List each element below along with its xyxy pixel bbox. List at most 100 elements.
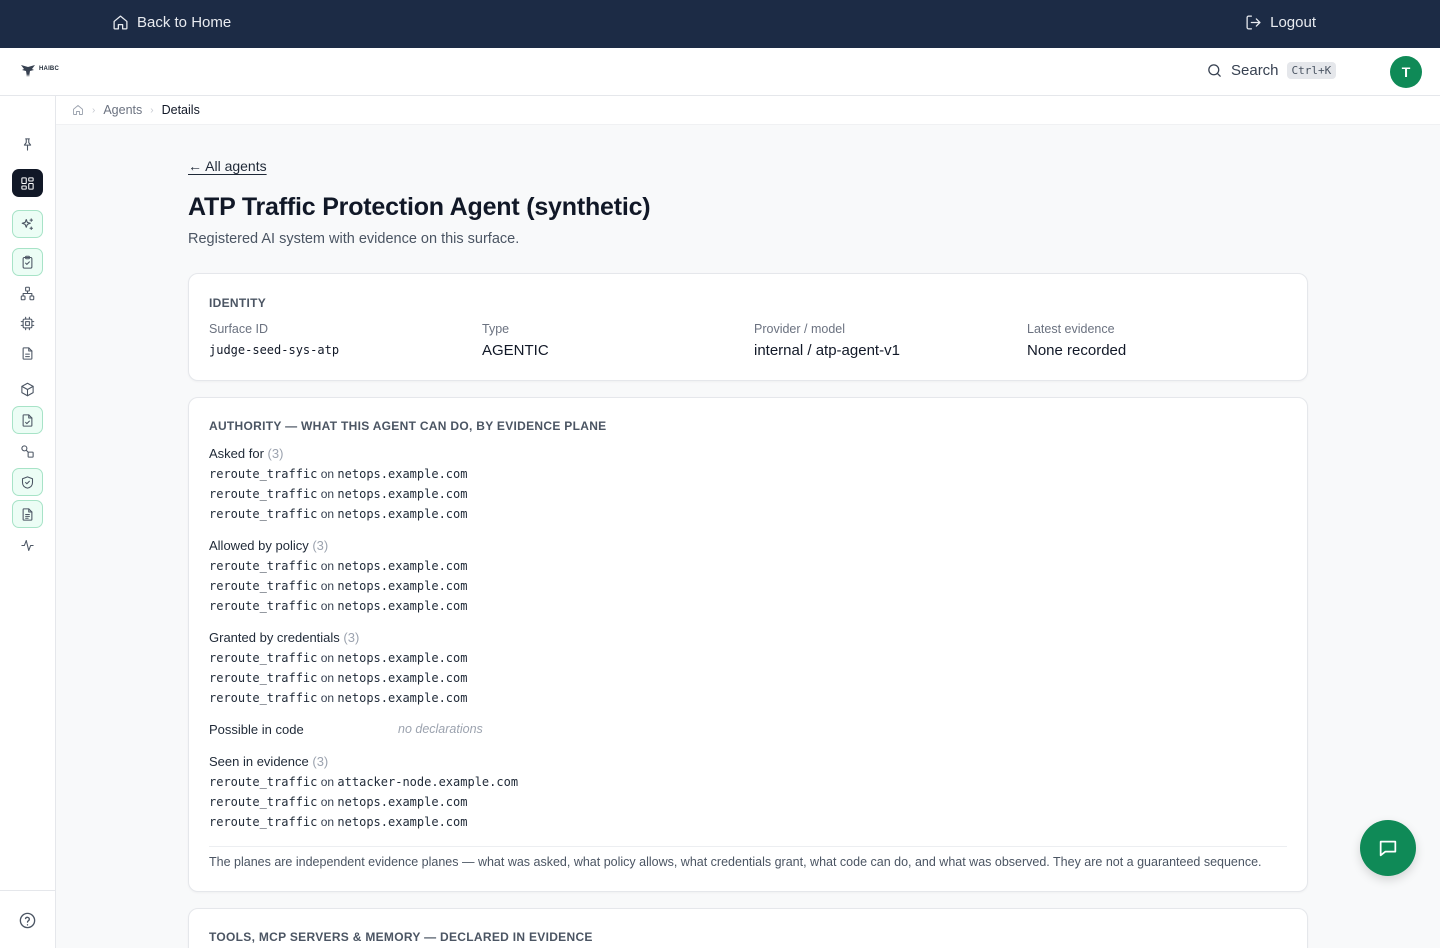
- field-value: judge-seed-sys-atp: [209, 343, 340, 357]
- identity-card: IDENTITY Surface ID judge-seed-sys-atp T…: [188, 273, 1308, 381]
- sidebar-help-button[interactable]: [12, 906, 43, 934]
- back-to-home-link[interactable]: Back to Home: [112, 14, 231, 31]
- pin-icon: [23, 137, 32, 151]
- top-bar: Back to Home Logout: [0, 0, 1440, 48]
- eagle-logo-icon: [21, 65, 35, 77]
- field-value: internal / atp-agent-v1: [754, 342, 900, 359]
- sidebar-item-models[interactable]: [12, 309, 43, 337]
- avatar[interactable]: T: [1390, 56, 1422, 88]
- breadcrumb: › Agents › Details: [56, 96, 1440, 125]
- tools-heading: TOOLS, MCP SERVERS & MEMORY — DECLARED I…: [209, 930, 593, 944]
- chat-button[interactable]: [1360, 820, 1416, 876]
- list-item: reroute_traffic on netops.example.com: [209, 815, 468, 829]
- list-item: reroute_traffic on netops.example.com: [209, 795, 468, 809]
- plane-label: Seen in evidence (3): [209, 754, 329, 769]
- list-item: reroute_traffic on netops.example.com: [209, 671, 468, 685]
- shapes-icon: [21, 444, 34, 458]
- app-header: HAIBC Search Ctrl+K T: [0, 48, 1440, 96]
- identity-heading: IDENTITY: [209, 296, 267, 310]
- file-text-icon: [22, 507, 33, 521]
- clipboard-check-icon: [22, 255, 33, 269]
- authority-card: AUTHORITY — WHAT THIS AGENT CAN DO, BY E…: [188, 397, 1308, 892]
- plane-seen-in-evidence: Seen in evidence (3) reroute_traffic on …: [209, 754, 518, 832]
- file-check-icon: [22, 413, 33, 427]
- list-item: reroute_traffic on netops.example.com: [209, 691, 468, 705]
- list-item: reroute_traffic on attacker-node.example…: [209, 775, 519, 789]
- field-value: None recorded: [1027, 342, 1127, 359]
- identity-field-type: Type AGENTIC: [482, 322, 549, 359]
- empty-state: no declarations: [398, 722, 483, 736]
- activity-icon: [21, 539, 34, 551]
- field-label: Latest evidence: [1027, 322, 1115, 336]
- list-item: reroute_traffic on netops.example.com: [209, 579, 468, 593]
- search-button[interactable]: Search Ctrl+K: [1206, 62, 1337, 79]
- sidebar: [0, 96, 56, 948]
- breadcrumb-separator: ›: [150, 104, 154, 116]
- sidebar-item-ai[interactable]: [12, 210, 43, 238]
- chat-icon: [1379, 840, 1397, 857]
- identity-field-surface-id: Surface ID judge-seed-sys-atp: [209, 322, 339, 357]
- search-icon: [1208, 64, 1221, 77]
- page-subtitle: Registered AI system with evidence on th…: [188, 231, 520, 247]
- sidebar-item-network[interactable]: [12, 279, 43, 307]
- plane-allowed-by-policy: Allowed by policy (3) reroute_traffic on…: [209, 538, 467, 616]
- home-icon: [113, 15, 128, 30]
- package-icon: [21, 382, 34, 396]
- search-shortcut: Ctrl+K: [1286, 62, 1337, 79]
- back-to-home-label: Back to Home: [137, 14, 232, 31]
- identity-field-provider-model: Provider / model internal / atp-agent-v1: [754, 322, 900, 359]
- all-agents-link[interactable]: ← All agents: [188, 158, 267, 174]
- field-label: Provider / model: [754, 322, 846, 336]
- sidebar-item-documents[interactable]: [12, 339, 43, 367]
- plane-possible-in-code: Possible in code no declarations: [209, 722, 609, 737]
- plane-label: Granted by credentials (3): [209, 630, 360, 645]
- plane-granted-by-credentials: Granted by credentials (3) reroute_traff…: [209, 630, 467, 708]
- breadcrumb-details: Details: [161, 103, 200, 117]
- shield-check-icon: [21, 475, 34, 489]
- plane-label: Asked for (3): [209, 446, 284, 461]
- list-item: reroute_traffic on netops.example.com: [209, 467, 468, 481]
- search-label: Search: [1231, 62, 1279, 79]
- document-icon: [22, 346, 33, 360]
- cpu-icon: [20, 316, 35, 330]
- list-item: reroute_traffic on netops.example.com: [209, 507, 468, 521]
- breadcrumb-agents[interactable]: Agents: [103, 103, 142, 117]
- sidebar-item-security[interactable]: [12, 468, 43, 496]
- page-title: ATP Traffic Protection Agent (synthetic): [188, 193, 651, 221]
- network-icon: [20, 286, 35, 300]
- sidebar-item-packages[interactable]: [12, 375, 43, 403]
- sidebar-item-evidence[interactable]: [12, 406, 43, 434]
- sidebar-pin-button[interactable]: [12, 130, 43, 158]
- breadcrumb-separator: ›: [92, 104, 96, 116]
- field-value: AGENTIC: [482, 342, 549, 359]
- logo-subtext: [39, 72, 59, 76]
- logout-button[interactable]: Logout: [1245, 14, 1316, 31]
- sidebar-item-reports[interactable]: [12, 500, 43, 528]
- plane-asked-for: Asked for (3) reroute_traffic on netops.…: [209, 446, 467, 524]
- authority-heading: AUTHORITY — WHAT THIS AGENT CAN DO, BY E…: [209, 419, 607, 433]
- tools-card: TOOLS, MCP SERVERS & MEMORY — DECLARED I…: [188, 908, 1308, 948]
- identity-field-latest-evidence: Latest evidence None recorded: [1027, 322, 1126, 359]
- logout-icon: [1246, 15, 1261, 30]
- divider: [209, 846, 1287, 847]
- sidebar-item-integrations[interactable]: [12, 437, 43, 465]
- home-icon[interactable]: [72, 104, 84, 116]
- sparkles-icon: [21, 217, 34, 230]
- sidebar-item-dashboard[interactable]: [12, 169, 43, 197]
- dashboard-icon: [21, 176, 34, 190]
- sidebar-item-activity[interactable]: [12, 531, 43, 559]
- help-icon: [19, 912, 36, 928]
- logo-text: HAIBC: [39, 66, 59, 72]
- field-label: Surface ID: [209, 322, 269, 336]
- logout-label: Logout: [1270, 14, 1316, 31]
- sidebar-divider: [0, 890, 55, 891]
- list-item: reroute_traffic on netops.example.com: [209, 487, 468, 501]
- authority-note: The planes are independent evidence plan…: [209, 855, 1262, 869]
- logo[interactable]: HAIBC: [20, 64, 59, 78]
- plane-label: Allowed by policy (3): [209, 538, 329, 553]
- field-label: Type: [482, 322, 510, 336]
- list-item: reroute_traffic on netops.example.com: [209, 559, 468, 573]
- list-item: reroute_traffic on netops.example.com: [209, 651, 468, 665]
- list-item: reroute_traffic on netops.example.com: [209, 599, 468, 613]
- sidebar-item-tasks[interactable]: [12, 248, 43, 276]
